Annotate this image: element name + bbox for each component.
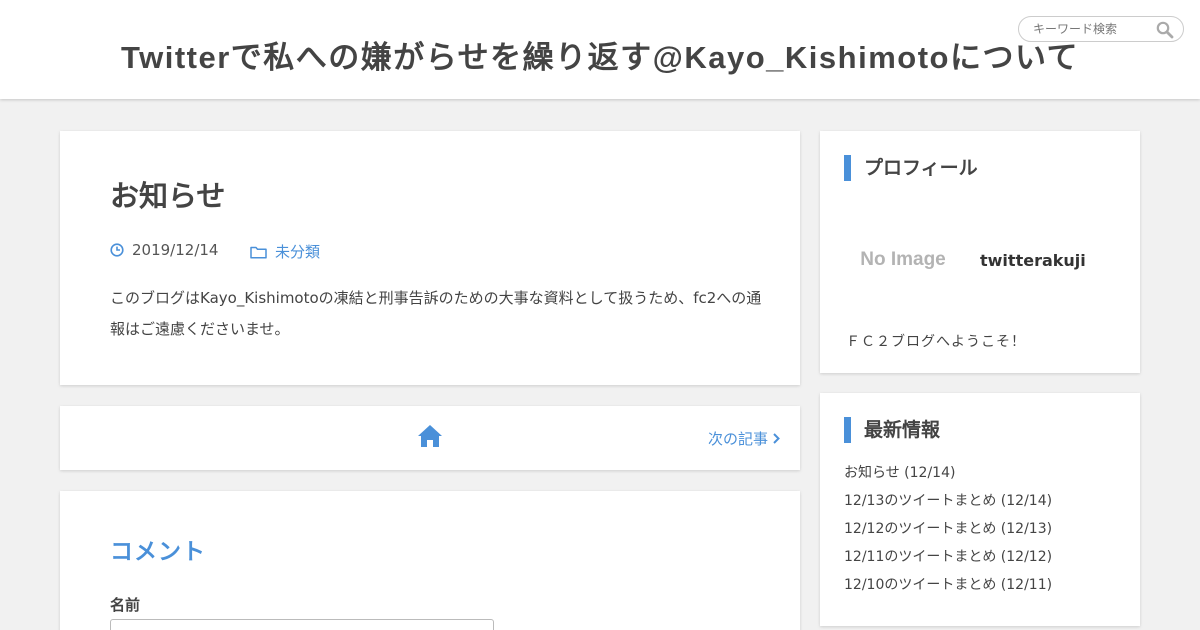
comment-section: コメント 名前 [60, 491, 800, 630]
recent-widget-title: 最新情報 [844, 417, 940, 443]
recent-posts-widget: 最新情報 お知らせ (12/14) 12/13のツイートまとめ (12/14) … [820, 393, 1140, 626]
next-post-label: 次の記事 [707, 430, 768, 448]
site-header: Twitterで私への嫌がらせを繰り返す@Kayo_Kishimotoについて [0, 0, 1200, 99]
search-input[interactable] [1033, 20, 1153, 38]
site-title[interactable]: Twitterで私への嫌がらせを繰り返す@Kayo_Kishimotoについて [0, 32, 1200, 77]
post-date-text: 2019/12/14 [132, 241, 219, 259]
recent-post-link[interactable]: お知らせ (12/14) [844, 465, 955, 481]
list-item: お知らせ (12/14) [844, 459, 1052, 487]
list-item: 12/12のツイートまとめ (12/13) [844, 515, 1052, 543]
article-title: お知らせ [110, 179, 226, 213]
recent-post-link[interactable]: 12/10のツイートまとめ (12/11) [844, 577, 1052, 593]
profile-widget: プロフィール No Image twitterakuji ＦＣ２ブログへようこそ… [820, 131, 1140, 373]
name-label: 名前 [110, 596, 141, 614]
category-link[interactable]: 未分類 [275, 241, 320, 262]
post-category[interactable]: 未分類 [250, 241, 320, 262]
name-input[interactable] [110, 619, 494, 630]
chevron-right-icon [773, 433, 780, 444]
profile-avatar: No Image [860, 249, 946, 270]
folder-icon [250, 246, 267, 259]
profile-description: ＦＣ２ブログへようこそ！ [846, 334, 1026, 350]
profile-widget-title: プロフィール [844, 155, 978, 181]
post-navigation: 次の記事 [60, 406, 800, 470]
clock-icon [110, 243, 124, 257]
comment-heading: コメント [110, 539, 206, 565]
next-post-link[interactable]: 次の記事 [708, 428, 780, 449]
profile-name: twitterakuji [980, 251, 1086, 270]
search-icon[interactable] [1156, 21, 1174, 39]
post-date: 2019/12/14 [110, 241, 218, 259]
recent-post-link[interactable]: 12/11のツイートまとめ (12/12) [844, 549, 1052, 565]
recent-post-link[interactable]: 12/12のツイートまとめ (12/13) [844, 521, 1052, 537]
list-item: 12/10のツイートまとめ (12/11) [844, 571, 1052, 599]
home-icon[interactable] [417, 424, 443, 448]
recent-post-link[interactable]: 12/13のツイートまとめ (12/14) [844, 493, 1052, 509]
recent-posts-list: お知らせ (12/14) 12/13のツイートまとめ (12/14) 12/12… [844, 459, 1052, 599]
search-box[interactable] [1018, 16, 1184, 42]
no-image-text: No Image [860, 249, 946, 270]
article-card: お知らせ 2019/12/14 未分類 このブログはKayo_Kishimoto… [60, 131, 800, 385]
list-item: 12/13のツイートまとめ (12/14) [844, 487, 1052, 515]
list-item: 12/11のツイートまとめ (12/12) [844, 543, 1052, 571]
article-body: このブログはKayo_Kishimotoの凍結と刑事告訴のための大事な資料として… [110, 289, 762, 338]
